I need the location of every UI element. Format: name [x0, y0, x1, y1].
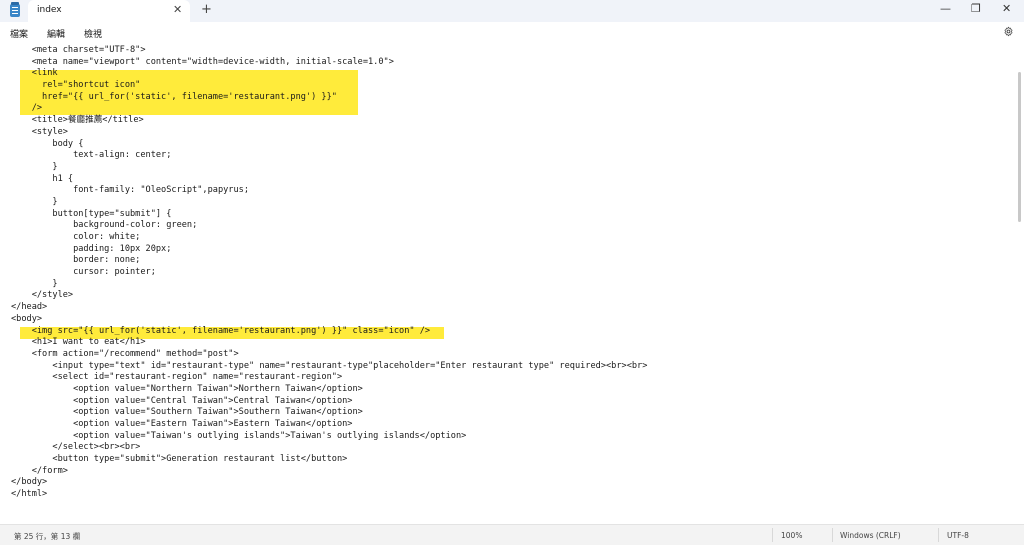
code-line: <select id="restaurant-region" name="res…: [11, 372, 343, 383]
minimize-button[interactable]: —: [940, 2, 951, 16]
menu-bar: 檔案 編輯 檢視: [0, 22, 1024, 42]
code-line: href="{{ url_for('static', filename='res…: [11, 91, 337, 102]
code-line: </style>: [11, 290, 74, 301]
code-line: text-align: center;: [11, 150, 172, 161]
menu-file[interactable]: 檔案: [10, 27, 28, 40]
encoding[interactable]: UTF-8: [947, 531, 969, 540]
code-line: />: [11, 103, 43, 114]
status-divider: [832, 528, 833, 542]
code-line: <button type="submit">Generation restaur…: [11, 454, 348, 465]
code-line: <form action="/recommend" method="post">: [11, 348, 239, 359]
code-line: <meta charset="UTF-8">: [11, 45, 146, 55]
line-ending[interactable]: Windows (CRLF): [840, 531, 901, 540]
code-line: body {: [11, 138, 84, 149]
menu-view[interactable]: 檢視: [84, 27, 102, 40]
cursor-position: 第 25 行，第 13 欄: [14, 532, 81, 541]
code-line: <input type="text" id="restaurant-type" …: [11, 360, 648, 371]
code-line: <option value="Southern Taiwan">Southern…: [11, 407, 363, 418]
code-line: </html>: [11, 489, 48, 500]
tab-title: index: [37, 5, 62, 15]
code-line: <img src="{{ url_for('static', filename=…: [11, 325, 431, 336]
code-line: <body>: [11, 313, 43, 324]
title-bar: index ✕ + — ❐ ✕: [0, 0, 1024, 22]
menu-edit[interactable]: 編輯: [47, 27, 65, 40]
new-tab-button[interactable]: +: [201, 2, 212, 18]
notepad-icon: [10, 2, 20, 17]
code-line: }: [11, 196, 58, 207]
code-line: }: [11, 278, 58, 289]
tab-index[interactable]: index ✕: [28, 0, 190, 22]
code-line: </body>: [11, 477, 48, 488]
code-line: <option value="Central Taiwan">Central T…: [11, 395, 353, 406]
gear-icon[interactable]: [1003, 26, 1014, 37]
code-line: <h1>I want to eat</h1>: [11, 337, 146, 348]
code-line: rel="shortcut icon": [11, 80, 141, 91]
status-divider: [938, 528, 939, 542]
text-editor[interactable]: <meta charset="UTF-8"> <meta name="viewp…: [0, 42, 1016, 522]
scrollbar-thumb[interactable]: [1018, 72, 1021, 222]
tab-close-icon[interactable]: ✕: [173, 3, 182, 17]
code-line: padding: 10px 20px;: [11, 243, 172, 254]
code-line: <title>餐廳推薦</title>: [11, 115, 144, 126]
maximize-button[interactable]: ❐: [971, 2, 981, 16]
status-divider: [772, 528, 773, 542]
code-line: <option value="Northern Taiwan">Northern…: [11, 383, 363, 394]
code-line: <meta name="viewport" content="width=dev…: [11, 56, 394, 67]
code-line: <style>: [11, 126, 68, 137]
notepad-window: index ✕ + — ❐ ✕ 檔案 編輯 檢視 <meta charset="…: [0, 0, 1024, 545]
vertical-scrollbar[interactable]: [1017, 42, 1022, 522]
code-line: h1 {: [11, 173, 74, 184]
code-line: <link: [11, 68, 58, 79]
code-line: background-color: green;: [11, 220, 198, 231]
status-bar: 第 25 行，第 13 欄 100% Windows (CRLF) UTF-8: [0, 524, 1024, 545]
code-content: <meta charset="UTF-8"> <meta name="viewp…: [11, 45, 647, 501]
code-line: }: [11, 161, 58, 172]
code-line: </select><br><br>: [11, 442, 141, 453]
code-line: font-family: "OleoScript",papyrus;: [11, 185, 249, 196]
code-line: color: white;: [11, 232, 141, 242]
close-window-button[interactable]: ✕: [1002, 2, 1011, 16]
code-line: <option value="Eastern Taiwan">Eastern T…: [11, 419, 353, 429]
code-line: border: none;: [11, 255, 141, 266]
code-line: <option value="Taiwan's outlying islands…: [11, 430, 467, 441]
code-line: cursor: pointer;: [11, 267, 156, 278]
code-line: </head>: [11, 302, 48, 313]
zoom-level[interactable]: 100%: [781, 531, 802, 540]
code-line: </form>: [11, 465, 68, 476]
code-line: button[type="submit"] {: [11, 208, 172, 219]
